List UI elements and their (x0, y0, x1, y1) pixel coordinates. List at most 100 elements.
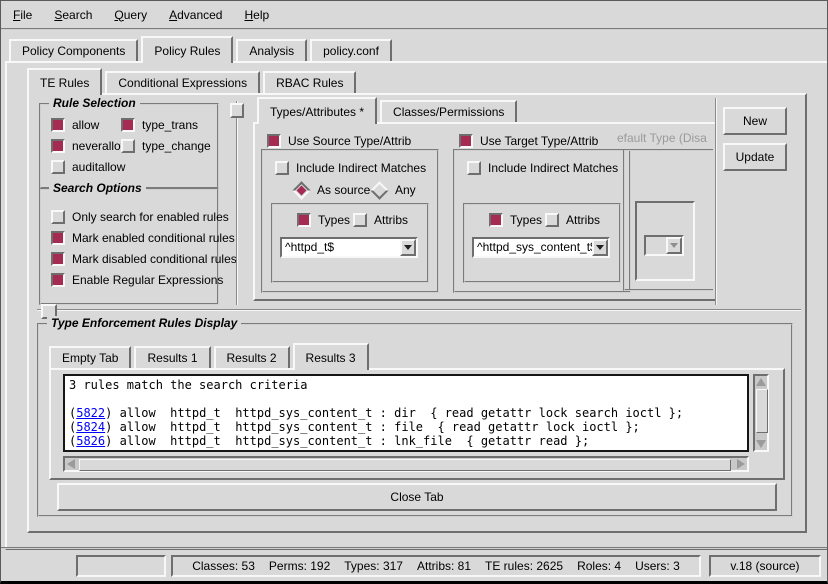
tab-empty-tab[interactable]: Empty Tab (49, 346, 131, 368)
checkbox-source-attribs[interactable]: Attribs (353, 213, 408, 227)
update-button[interactable]: Update (723, 143, 787, 171)
checkbox-source-types[interactable]: Types (297, 213, 350, 227)
pane-divider (715, 98, 717, 305)
checkbox-indicator (51, 210, 65, 224)
radio-as-source[interactable]: As source (295, 183, 370, 197)
default-type-combobox (644, 235, 684, 256)
vertical-scrollbar[interactable] (753, 374, 769, 452)
results-panel: 3 rules match the search criteria (5822)… (49, 368, 785, 480)
statusbar-separator (1, 547, 828, 549)
tab-policy-rules[interactable]: Policy Rules (141, 36, 233, 63)
menu-file[interactable]: File (13, 8, 32, 22)
target-type-value[interactable]: ^httpd_sys_content_t$ (474, 239, 592, 256)
checkbox-indicator (297, 213, 311, 227)
target-type-dropdown-button[interactable] (592, 239, 608, 256)
tab-policy-conf[interactable]: policy.conf (310, 39, 392, 61)
menu-help[interactable]: Help (244, 8, 269, 22)
chevron-down-icon (596, 245, 604, 250)
results-tab-bar: Empty Tab Results 1 Results 2 Results 3 (49, 343, 369, 370)
default-type-box (635, 201, 695, 281)
vertical-scrollbar-thumb[interactable] (756, 389, 768, 433)
stat-types: Types: 317 (344, 559, 403, 573)
default-type-dropdown-button (666, 237, 682, 254)
checkbox-use-source-type[interactable]: Use Source Type/Attrib (267, 134, 411, 148)
default-type-value (646, 237, 666, 254)
checkbox-type-trans[interactable]: type_trans (121, 118, 198, 132)
horizontal-scrollbar[interactable] (63, 456, 749, 472)
radio-indicator (292, 181, 310, 199)
close-tab-button[interactable]: Close Tab (57, 483, 777, 511)
source-type-dropdown-button[interactable] (400, 239, 416, 256)
tab-results-3[interactable]: Results 3 (293, 343, 369, 370)
checkbox-indicator (467, 161, 481, 175)
checkbox-auditallow[interactable]: auditallow (51, 160, 125, 174)
results-text-area[interactable]: 3 rules match the search criteria (5822)… (63, 374, 749, 452)
scroll-left-arrow-icon[interactable] (67, 459, 75, 469)
stat-users: Users: 3 (635, 559, 680, 573)
tab-analysis[interactable]: Analysis (236, 39, 307, 61)
tab-results-2[interactable]: Results 2 (214, 346, 290, 368)
target-type-combobox[interactable]: ^httpd_sys_content_t$ (472, 237, 610, 258)
statusbar-message-box (76, 555, 166, 577)
radio-any[interactable]: Any (373, 183, 416, 197)
rules-tab-bar: TE Rules Conditional Expressions RBAC Ru… (27, 69, 356, 95)
checkbox-indicator (545, 213, 559, 227)
vertical-sash-handle[interactable] (230, 103, 244, 118)
horizontal-sash (37, 309, 801, 311)
checkbox-indicator (51, 139, 65, 153)
vertical-sash (236, 101, 238, 305)
statusbar-version: v.18 (source) (709, 555, 821, 577)
rule-line: (5824) allow httpd_t httpd_sys_content_t… (69, 420, 743, 434)
checkbox-mark-enabled[interactable]: Mark enabled conditional rules (51, 231, 235, 245)
tab-classes-permissions[interactable]: Classes/Permissions (380, 100, 517, 122)
menu-bar: File Search Query Advanced Help (1, 1, 828, 30)
checkbox-indicator (121, 118, 135, 132)
tab-rbac-rules[interactable]: RBAC Rules (263, 71, 356, 93)
chevron-down-icon (670, 243, 678, 248)
checkbox-target-types[interactable]: Types (489, 213, 542, 227)
checkbox-indicator (459, 134, 473, 148)
horizontal-scrollbar-thumb[interactable] (79, 459, 731, 471)
tab-policy-components[interactable]: Policy Components (9, 39, 138, 61)
source-types-box: Types Attribs ^httpd_t$ (271, 203, 429, 283)
menu-advanced[interactable]: Advanced (169, 8, 222, 22)
rule-id-link[interactable]: 5826 (76, 434, 105, 448)
menu-search[interactable]: Search (54, 8, 92, 22)
rule-id-link[interactable]: 5822 (76, 406, 105, 420)
default-type-pane: efault Type (Disa (609, 119, 713, 297)
checkbox-only-enabled[interactable]: Only search for enabled rules (51, 210, 229, 224)
checkbox-mark-disabled[interactable]: Mark disabled conditional rules (51, 252, 237, 266)
rule-line: (5822) allow httpd_t httpd_sys_content_t… (69, 406, 743, 420)
tab-te-rules[interactable]: TE Rules (27, 68, 102, 95)
checkbox-indicator (267, 134, 281, 148)
scroll-down-arrow-icon[interactable] (756, 440, 766, 448)
menu-query[interactable]: Query (114, 8, 147, 22)
main-tab-bar: Policy Components Policy Rules Analysis … (9, 36, 392, 63)
stat-te-rules: TE rules: 2625 (485, 559, 563, 573)
checkbox-type-change[interactable]: type_change (121, 139, 211, 153)
source-type-value[interactable]: ^httpd_t$ (282, 239, 400, 256)
checkbox-use-target-type[interactable]: Use Target Type/Attrib (459, 134, 598, 148)
rule-line: (5826) allow httpd_t httpd_sys_content_t… (69, 434, 743, 448)
rule-selection-title: Rule Selection (49, 96, 140, 110)
new-button[interactable]: New (723, 107, 787, 135)
checkbox-target-attribs[interactable]: Attribs (545, 213, 600, 227)
checkbox-source-indirect[interactable]: Include Indirect Matches (275, 161, 426, 175)
radio-indicator (370, 181, 388, 199)
scroll-right-arrow-icon[interactable] (737, 459, 745, 469)
rule-id-link[interactable]: 5824 (76, 420, 105, 434)
checkbox-enable-regex[interactable]: Enable Regular Expressions (51, 273, 223, 287)
checkbox-indicator (51, 252, 65, 266)
checkbox-target-indirect[interactable]: Include Indirect Matches (467, 161, 618, 175)
tab-conditional-expressions[interactable]: Conditional Expressions (105, 71, 260, 93)
search-options-frame: Search Options Only search for enabled r… (39, 188, 219, 305)
source-type-combobox[interactable]: ^httpd_t$ (280, 237, 418, 258)
checkbox-allow[interactable]: allow (51, 118, 99, 132)
checkbox-indicator (51, 273, 65, 287)
tab-results-1[interactable]: Results 1 (134, 346, 210, 368)
scroll-up-arrow-icon[interactable] (756, 378, 766, 386)
checkbox-indicator (275, 161, 289, 175)
tab-types-attributes[interactable]: Types/Attributes * (257, 97, 377, 124)
checkbox-neverallow[interactable]: neverallow (51, 139, 129, 153)
target-type-frame: Include Indirect Matches Types Attribs ^… (453, 149, 631, 293)
